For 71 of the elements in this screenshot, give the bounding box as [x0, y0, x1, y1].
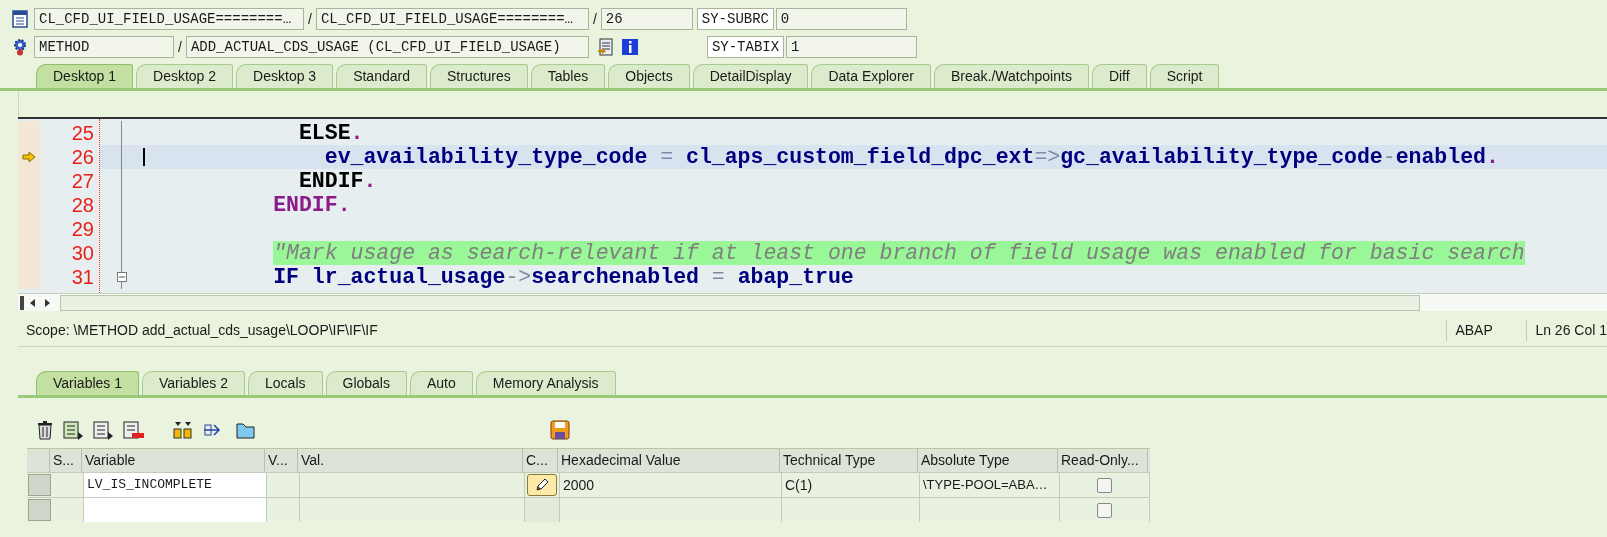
code-line: ENDIF. [297, 170, 377, 192]
system-field-value[interactable]: 1 [785, 36, 917, 58]
language-label: ABAP [1446, 320, 1527, 341]
list-remove-icon[interactable] [122, 420, 146, 440]
line-number: 27 [71, 171, 94, 191]
tab[interactable]: Variables 2 [142, 371, 246, 395]
tab[interactable]: Desktop 3 [236, 64, 334, 88]
tab[interactable]: Memory Analysis [475, 371, 616, 395]
cursor-position: Ln 26 Col 1 [1526, 320, 1607, 341]
gear-icon [12, 38, 28, 56]
merge-icon[interactable] [172, 420, 194, 440]
tab[interactable]: Objects [608, 64, 690, 88]
breakpoint-gutter-cell[interactable] [18, 265, 40, 289]
variable-input-field[interactable]: LV_IS_INCOMPLETE [84, 473, 267, 497]
line-number: 29 [71, 219, 94, 239]
event-type-field[interactable]: METHOD [34, 36, 174, 58]
read-only-checkbox[interactable] [1097, 502, 1112, 518]
row-selector[interactable] [28, 499, 51, 521]
save-icon[interactable] [550, 420, 570, 440]
tab[interactable]: Data Explorer [811, 64, 931, 88]
variable-input-field[interactable] [84, 498, 267, 522]
read-only-checkbox[interactable] [1097, 477, 1112, 493]
path-separator: / [177, 37, 183, 57]
list-arrow-icon[interactable] [62, 420, 84, 440]
trash-icon[interactable] [36, 420, 54, 440]
pencil-icon [534, 477, 550, 493]
code-line: ELSE. [297, 122, 364, 144]
scroll-left-icon[interactable] [30, 298, 35, 307]
current-line-arrow-icon [22, 152, 36, 162]
code-line: ev_availability_type_code = cl_aps_custom_field_dpc_ext=>gc_availability_type_code-enabled. [323, 146, 1499, 168]
line-number: 25 [71, 123, 94, 143]
horizontal-scrollbar-thumb[interactable] [60, 294, 1420, 311]
scope-path: Scope: \METHOD add_actual_cds_usage\LOOP\IF\IF\IF [25, 321, 379, 340]
code-line: IF lr_actual_usage->searchenabled = abap_true [272, 266, 854, 288]
info-icon[interactable] [620, 37, 639, 57]
path-separator: / [307, 9, 313, 29]
code-editor[interactable] [18, 117, 1607, 311]
tab[interactable]: Locals [248, 371, 323, 395]
tab[interactable]: Desktop 1 [36, 64, 134, 88]
breakpoint-gutter-cell[interactable] [18, 121, 40, 145]
tab[interactable]: Desktop 2 [136, 64, 234, 88]
line-number: 26 [71, 147, 94, 167]
row-selector[interactable] [28, 474, 51, 496]
tab[interactable]: Diff [1091, 64, 1147, 88]
line-number: 30 [71, 243, 94, 263]
tab[interactable]: Globals [325, 371, 407, 395]
document-icon [12, 10, 28, 28]
list-arrow-icon[interactable] [92, 420, 114, 440]
tab[interactable]: Script [1149, 64, 1220, 88]
event-field[interactable]: ADD_ACTUAL_CDS_USAGE (CL_CFD_UI_FIELD_USAGE) [185, 36, 589, 58]
tab[interactable]: DetailDisplay [692, 64, 809, 88]
program-field[interactable]: CL_CFD_UI_FIELD_USAGE========… [34, 8, 304, 30]
line-number: 31 [71, 267, 94, 287]
system-field-value[interactable]: 0 [775, 8, 907, 30]
path-separator: / [591, 9, 598, 29]
tab[interactable]: Structures [429, 64, 528, 88]
scroll-right-icon[interactable] [45, 298, 50, 307]
line-field[interactable]: 26 [600, 8, 693, 30]
code-line: ENDIF. [272, 194, 351, 216]
text-cursor [143, 148, 145, 166]
include-field[interactable]: CL_CFD_UI_FIELD_USAGE========… [315, 8, 589, 30]
tab[interactable]: Break./Watchpoints [934, 64, 1089, 88]
tab[interactable]: Standard [336, 64, 427, 88]
tab[interactable]: Auto [409, 371, 473, 395]
system-field-name[interactable]: SY-TABIX [706, 36, 784, 58]
tab[interactable]: Tables [530, 64, 606, 88]
folder-icon[interactable] [234, 420, 256, 440]
system-field-name[interactable]: SY-SUBRC [696, 8, 774, 30]
tab[interactable]: Variables 1 [36, 371, 139, 395]
collapse-icon[interactable] [117, 272, 127, 282]
line-number: 28 [71, 195, 94, 215]
